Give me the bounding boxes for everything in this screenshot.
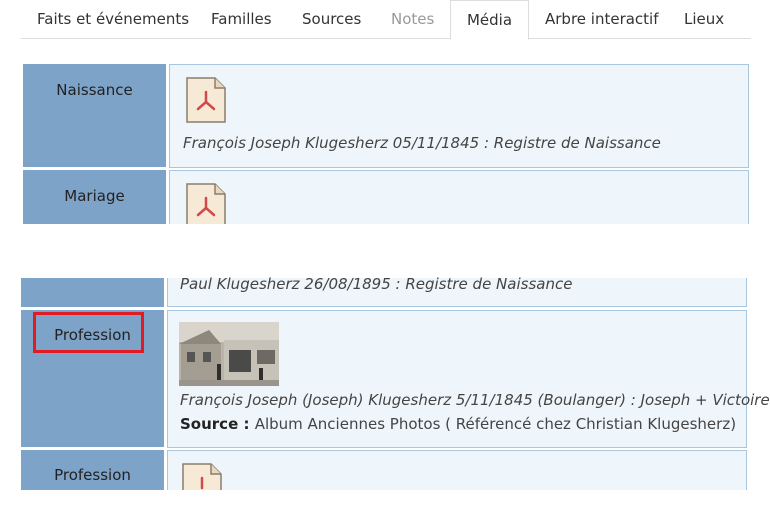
row-label-partial [21,278,164,307]
tab-sources[interactable]: Sources [302,0,361,38]
media-caption: Paul Klugesherz 26/08/1895 : Registre de… [180,275,573,293]
row-label-mariage: Mariage [23,170,166,224]
photo-thumbnail[interactable] [179,322,279,386]
media-source: Source : Album Anciennes Photos ( Référe… [180,415,736,433]
highlight-box [33,312,144,353]
section-gap [0,224,770,278]
tab-arbre-interactif[interactable]: Arbre interactif [545,0,659,38]
tab-notes[interactable]: Notes [391,0,434,38]
tab-bar: Faits et événements Familles Sources Not… [21,0,751,40]
media-caption: François Joseph Klugesherz 05/11/1845 : … [183,134,661,152]
media-cell-mariage [169,170,749,224]
source-label: Source [180,415,239,433]
row-label-naissance: Naissance [23,64,166,167]
label-text: Mariage [64,187,125,205]
tab-media[interactable]: Média [450,0,529,40]
tab-familles[interactable]: Familles [211,0,272,38]
row-label-profession-2: Profession [21,450,164,490]
media-cell-naissance [169,64,749,168]
media-cell-profession-2 [167,450,747,490]
tab-faits-evenements[interactable]: Faits et événements [37,0,189,38]
source-separator: : [238,415,255,433]
pdf-file-icon[interactable] [185,182,227,230]
source-text: Album Anciennes Photos ( Référencé chez … [254,415,737,433]
label-text: Naissance [56,81,133,99]
tab-lieux[interactable]: Lieux [684,0,724,38]
label-text: Profession [54,466,131,484]
pdf-file-icon[interactable] [185,76,227,124]
bottom-gap [0,490,770,509]
media-caption: François Joseph (Joseph) Klugesherz 5/11… [180,391,770,409]
